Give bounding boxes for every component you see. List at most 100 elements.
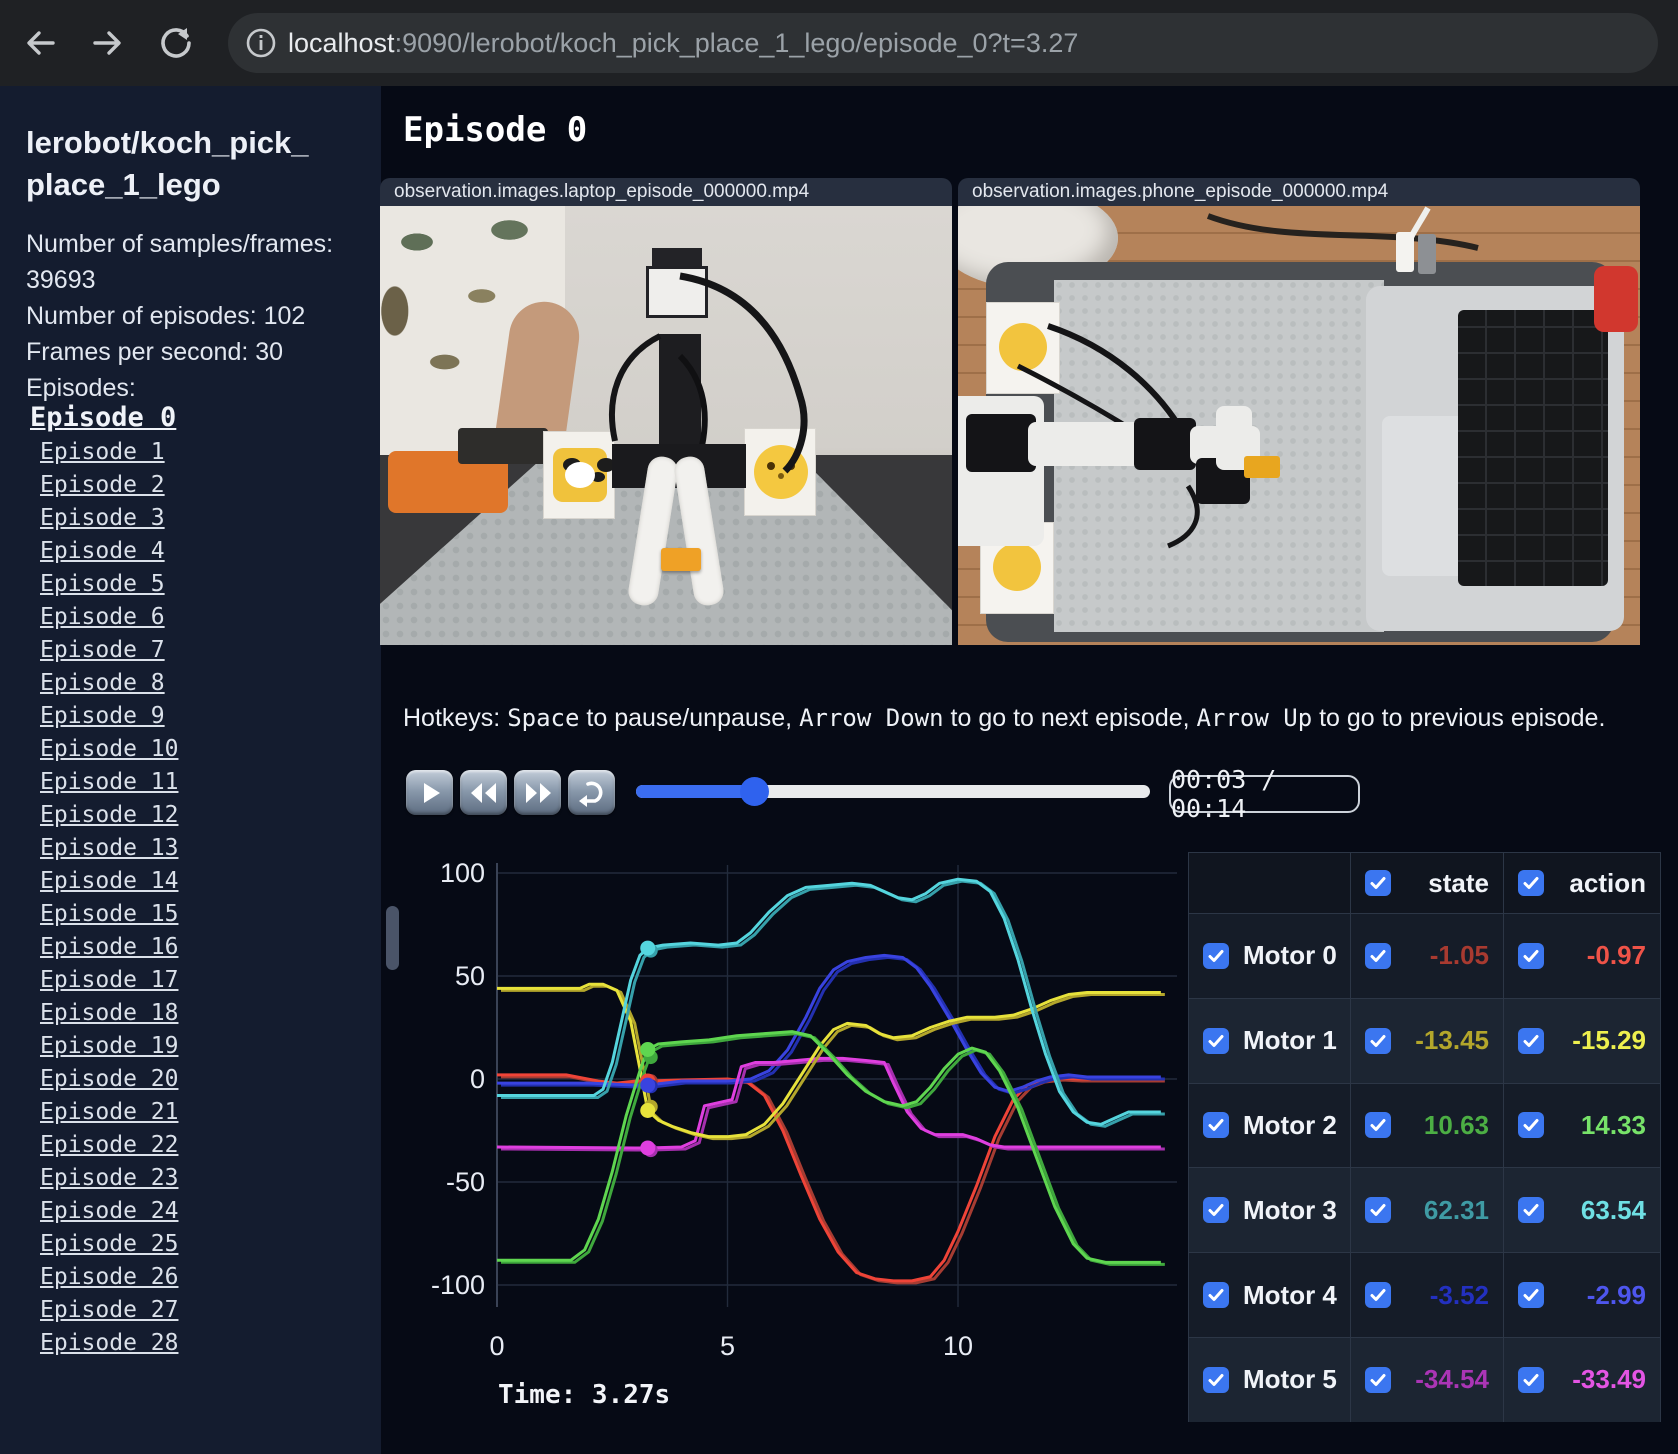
motor-2-action-value: 14.33	[1580, 1109, 1646, 1140]
motor-0-action-checkbox[interactable]	[1518, 942, 1544, 969]
motor-0-state-cell: -1.05	[1350, 914, 1503, 998]
episode-link-18[interactable]: Episode 18	[40, 1000, 381, 1033]
forward-icon[interactable]	[88, 23, 128, 63]
motor-4-state-cell: -3.52	[1350, 1253, 1503, 1337]
episode-link-26[interactable]: Episode 26	[40, 1264, 381, 1297]
episode-link-25[interactable]: Episode 25	[40, 1231, 381, 1264]
dataset-title: lerobot/koch_pick_place_1_lego	[26, 125, 309, 202]
motor-1-checkbox[interactable]	[1203, 1027, 1229, 1054]
episode-link-5[interactable]: Episode 5	[40, 571, 381, 604]
video-card-phone: observation.images.phone_episode_000000.…	[958, 178, 1640, 645]
episode-link-16[interactable]: Episode 16	[40, 934, 381, 967]
svg-text:0: 0	[470, 1064, 485, 1094]
motor-3-label: Motor 3	[1243, 1194, 1337, 1225]
motor-5-state-checkbox[interactable]	[1365, 1366, 1391, 1393]
episode-link-13[interactable]: Episode 13	[40, 835, 381, 868]
slider-fill	[636, 785, 754, 798]
robot-cables	[609, 272, 808, 474]
motor-2-state-value: 10.63	[1423, 1109, 1489, 1140]
video-title-laptop: observation.images.laptop_episode_000000…	[380, 178, 952, 206]
motor-3-action-value: 63.54	[1580, 1194, 1646, 1225]
episode-link-6[interactable]: Episode 6	[40, 604, 381, 637]
loop-button[interactable]	[568, 770, 615, 815]
motor-4-checkbox[interactable]	[1203, 1282, 1229, 1309]
motor-1-state-cell: -13.45	[1350, 998, 1503, 1083]
episode-link-9[interactable]: Episode 9	[40, 703, 381, 736]
motor-2-action-cell: 14.33	[1503, 1083, 1660, 1168]
episode-link-10[interactable]: Episode 10	[40, 736, 381, 769]
motor-4-state-value: -3.52	[1429, 1279, 1489, 1310]
motor-5-action-checkbox[interactable]	[1518, 1366, 1544, 1393]
episode-link-2[interactable]: Episode 2	[40, 472, 381, 505]
episode-link-22[interactable]: Episode 22	[40, 1132, 381, 1165]
episode-link-8[interactable]: Episode 8	[40, 670, 381, 703]
episode-link-27[interactable]: Episode 27	[40, 1297, 381, 1330]
motor-2-checkbox[interactable]	[1203, 1112, 1229, 1139]
episode-link-21[interactable]: Episode 21	[40, 1099, 381, 1132]
motor-1-cell: Motor 1	[1189, 999, 1350, 1083]
motor-3-cell: Motor 3	[1189, 1168, 1350, 1252]
motor-2-state-checkbox[interactable]	[1365, 1112, 1391, 1139]
slider-thumb[interactable]	[740, 777, 769, 806]
header-action-checkbox[interactable]	[1518, 870, 1544, 896]
episode-link-12[interactable]: Episode 12	[40, 802, 381, 835]
episode-link-0[interactable]: Episode 0	[30, 402, 381, 439]
motor-5-checkbox[interactable]	[1203, 1366, 1229, 1393]
dataset-info-line-3: Episodes:	[26, 374, 136, 402]
motor-1-state-checkbox[interactable]	[1365, 1027, 1391, 1054]
motor-2-action-checkbox[interactable]	[1518, 1112, 1544, 1139]
site-info-icon[interactable]	[244, 26, 278, 60]
table-row-motor-0: Motor 0 -1.05 -0.97	[1189, 913, 1660, 998]
episode-link-1[interactable]: Episode 1	[40, 439, 381, 472]
episode-link-24[interactable]: Episode 24	[40, 1198, 381, 1231]
episode-link-7[interactable]: Episode 7	[40, 637, 381, 670]
motor-0-state-checkbox[interactable]	[1365, 942, 1391, 969]
svg-text:-50: -50	[446, 1167, 485, 1197]
episode-list: Episode 0 Episode 1 Episode 2 Episode 3 Epis…	[0, 402, 381, 1363]
episode-link-4[interactable]: Episode 4	[40, 538, 381, 571]
scrollbar-thumb[interactable]	[386, 906, 399, 970]
video-seek-slider[interactable]	[636, 777, 1150, 806]
current-time-label: Time: 3.27s	[498, 1380, 671, 1410]
header-state-label: state	[1428, 867, 1489, 898]
yellow-lego-brick	[1244, 456, 1280, 478]
motor-3-checkbox[interactable]	[1203, 1197, 1229, 1224]
episode-link-11[interactable]: Episode 11	[40, 769, 381, 802]
episode-link-3[interactable]: Episode 3	[40, 505, 381, 538]
episode-link-28[interactable]: Episode 28	[40, 1330, 381, 1363]
motor-chart[interactable]: -100 -50 0 50 100 0 5 10	[381, 855, 1181, 1375]
reload-icon[interactable]	[156, 23, 196, 63]
hotkey-arrow-up: Arrow Up	[1196, 704, 1313, 732]
motor-0-cell: Motor 0	[1189, 914, 1350, 998]
motor-5-action-cell: -33.49	[1503, 1337, 1660, 1422]
motor-4-action-checkbox[interactable]	[1518, 1282, 1544, 1309]
address-bar[interactable]: localhost:9090/lerobot/koch_pick_place_1…	[228, 13, 1658, 73]
play-button[interactable]	[406, 770, 453, 815]
motor-1-action-value: -15.29	[1572, 1025, 1646, 1056]
motor-1-action-cell: -15.29	[1503, 998, 1660, 1083]
table-header-row: state action	[1189, 853, 1660, 913]
episode-link-20[interactable]: Episode 20	[40, 1066, 381, 1099]
motor-3-action-checkbox[interactable]	[1518, 1197, 1544, 1224]
back-icon[interactable]	[20, 23, 60, 63]
episode-link-23[interactable]: Episode 23	[40, 1165, 381, 1198]
motor-1-action-checkbox[interactable]	[1518, 1027, 1544, 1054]
motor-4-state-checkbox[interactable]	[1365, 1282, 1391, 1309]
motor-4-cell: Motor 4	[1189, 1253, 1350, 1337]
video-laptop	[380, 206, 952, 645]
motor-0-state-value: -1.05	[1429, 940, 1489, 971]
episode-link-14[interactable]: Episode 14	[40, 868, 381, 901]
header-state-checkbox[interactable]	[1365, 870, 1391, 896]
svg-text:0: 0	[489, 1331, 504, 1361]
episode-link-19[interactable]: Episode 19	[40, 1033, 381, 1066]
episode-link-15[interactable]: Episode 15	[40, 901, 381, 934]
motor-3-state-checkbox[interactable]	[1365, 1197, 1391, 1224]
rewind-button[interactable]	[460, 770, 507, 815]
browser-toolbar: localhost:9090/lerobot/koch_pick_place_1…	[0, 0, 1678, 86]
motor-5-cell: Motor 5	[1189, 1338, 1350, 1422]
motor-0-checkbox[interactable]	[1203, 942, 1229, 969]
hotkey-arrow-down: Arrow Down	[799, 704, 944, 732]
hotkey-space: Space	[507, 704, 580, 732]
fast-forward-button[interactable]	[514, 770, 561, 815]
episode-link-17[interactable]: Episode 17	[40, 967, 381, 1000]
